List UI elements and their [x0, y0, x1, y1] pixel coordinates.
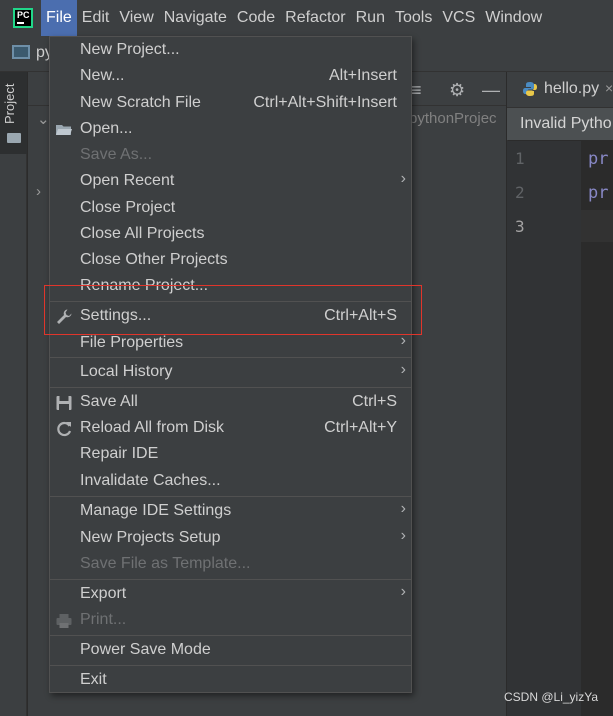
- reload-icon: [57, 421, 72, 437]
- menu-item-label: Close Project: [80, 199, 176, 216]
- menu-item-label: New Projects Setup: [80, 529, 221, 546]
- code-line[interactable]: pr: [588, 149, 608, 169]
- menu-item-label: Save All: [80, 393, 138, 410]
- menu-item-shortcut: Ctrl+Alt+Shift+Insert: [253, 94, 397, 111]
- menu-item-open[interactable]: Open...: [50, 117, 411, 143]
- code-line[interactable]: pr: [588, 183, 608, 203]
- gear-icon[interactable]: ⚙: [449, 80, 465, 101]
- menu-edit[interactable]: Edit: [77, 0, 115, 36]
- menu-item-label: Manage IDE Settings: [80, 502, 232, 519]
- menu-separator: [50, 496, 411, 497]
- hide-panel-icon[interactable]: —: [482, 80, 500, 101]
- menu-item-label: Print...: [80, 611, 127, 628]
- menu-item-label: File Properties: [80, 334, 184, 351]
- menu-item-new-project[interactable]: New Project...: [50, 38, 411, 64]
- menu-item-label: Exit: [80, 671, 107, 688]
- menu-item-label: Export: [80, 585, 127, 602]
- menu-refactor[interactable]: Refactor: [280, 0, 350, 36]
- save-icon: [56, 396, 72, 410]
- menu-tools[interactable]: Tools: [390, 0, 437, 36]
- folder-icon: [56, 125, 72, 135]
- close-tab-icon[interactable]: ×: [605, 80, 613, 96]
- project-tool-folder-icon: [7, 133, 21, 143]
- menu-view[interactable]: View: [114, 0, 158, 36]
- menu-item-label: Open Recent: [80, 172, 175, 189]
- menu-item-shortcut: Alt+Insert: [328, 67, 397, 84]
- menu-item-export[interactable]: Export ›: [50, 582, 411, 608]
- submenu-arrow-icon: ›: [400, 170, 406, 187]
- watermark: CSDN @Li_yizYa: [504, 690, 598, 704]
- menu-item-new[interactable]: New... Alt+Insert: [50, 64, 411, 90]
- menu-item-save-all[interactable]: Save All Ctrl+S: [50, 390, 411, 416]
- project-tool-label[interactable]: Project: [2, 84, 17, 124]
- menu-item-local-history[interactable]: Local History ›: [50, 360, 411, 386]
- menu-item-print[interactable]: Print...: [50, 608, 411, 634]
- menu-item-label: Invalidate Caches...: [80, 472, 221, 489]
- menu-file[interactable]: File: [41, 0, 77, 36]
- menu-item-shortcut: Ctrl+S: [352, 393, 397, 410]
- interpreter-warning-banner[interactable]: Invalid Pytho: [507, 108, 613, 140]
- menu-item-new-projects-setup[interactable]: New Projects Setup ›: [50, 526, 411, 552]
- menu-item-invalidate-caches[interactable]: Invalidate Caches...: [50, 469, 411, 495]
- menu-item-power-save-mode[interactable]: Power Save Mode: [50, 638, 411, 664]
- menu-separator: [50, 357, 411, 358]
- menu-vcs[interactable]: VCS: [437, 0, 480, 36]
- line-number: 1: [515, 149, 525, 168]
- editor-tab-label[interactable]: hello.py: [544, 80, 599, 98]
- menu-item-label: Open...: [80, 120, 133, 137]
- menu-item-label: Close All Projects: [80, 225, 205, 242]
- menu-navigate[interactable]: Navigate: [159, 0, 232, 36]
- menu-item-new-scratch-file[interactable]: New Scratch File Ctrl+Alt+Shift+Insert: [50, 91, 411, 117]
- file-menu-dropdown: New Project... New... Alt+Insert New Scr…: [49, 36, 412, 693]
- menu-separator: [50, 579, 411, 580]
- menu-separator: [50, 635, 411, 636]
- menu-item-shortcut: Ctrl+Alt+Y: [324, 419, 397, 436]
- collapse-all-icon[interactable]: ≡: [411, 80, 422, 101]
- menu-item-label: Save File as Template...: [80, 555, 251, 572]
- line-number: 3: [515, 217, 525, 236]
- menu-item-label: New Project...: [80, 41, 180, 58]
- menu-item-label: Close Other Projects: [80, 251, 228, 268]
- tree-expand-chevron-icon[interactable]: ⌄: [37, 110, 50, 128]
- menu-item-save-as[interactable]: Save As...: [50, 143, 411, 169]
- current-line-highlight: [581, 210, 613, 242]
- menu-separator: [50, 387, 411, 388]
- submenu-arrow-icon: ›: [400, 583, 406, 600]
- menu-item-reload-all[interactable]: Reload All from Disk Ctrl+Alt+Y: [50, 416, 411, 442]
- menu-item-label: Reload All from Disk: [80, 419, 225, 436]
- menu-item-save-file-as-template[interactable]: Save File as Template...: [50, 552, 411, 578]
- menu-item-label: Power Save Mode: [80, 641, 211, 658]
- printer-icon: [56, 614, 72, 628]
- python-file-icon: [523, 82, 537, 96]
- menu-run[interactable]: Run: [351, 0, 390, 36]
- menu-item-label: New Scratch File: [80, 94, 201, 111]
- submenu-arrow-icon: ›: [400, 500, 406, 517]
- menu-bar: PC File Edit View Navigate Code Refactor…: [0, 0, 613, 36]
- menu-item-label: Repair IDE: [80, 445, 159, 462]
- menu-window[interactable]: Window: [480, 0, 547, 36]
- project-path-text: pythonProjec: [409, 110, 497, 127]
- menu-item-repair-ide[interactable]: Repair IDE: [50, 442, 411, 468]
- menu-separator: [50, 665, 411, 666]
- menu-item-close-project[interactable]: Close Project: [50, 196, 411, 222]
- submenu-arrow-icon: ›: [400, 361, 406, 378]
- menu-item-label: Local History: [80, 363, 173, 380]
- menu-item-close-other-projects[interactable]: Close Other Projects: [50, 248, 411, 274]
- settings-highlight-box: [44, 285, 422, 335]
- project-folder-icon: [12, 45, 30, 59]
- pycharm-logo-icon: PC: [13, 8, 33, 28]
- left-tool-stripe: [0, 72, 27, 716]
- submenu-arrow-icon: ›: [400, 527, 406, 544]
- menu-item-exit[interactable]: Exit: [50, 668, 411, 694]
- menu-item-manage-ide-settings[interactable]: Manage IDE Settings ›: [50, 499, 411, 525]
- line-number: 2: [515, 183, 525, 202]
- tree-collapsed-chevron-icon[interactable]: ›: [36, 183, 41, 200]
- menu-item-label: Save As...: [80, 146, 153, 163]
- menu-item-close-all-projects[interactable]: Close All Projects: [50, 222, 411, 248]
- menu-item-label: New...: [80, 67, 125, 84]
- warning-text: Invalid Pytho: [520, 115, 612, 132]
- menu-code[interactable]: Code: [232, 0, 280, 36]
- menu-item-open-recent[interactable]: Open Recent ›: [50, 169, 411, 195]
